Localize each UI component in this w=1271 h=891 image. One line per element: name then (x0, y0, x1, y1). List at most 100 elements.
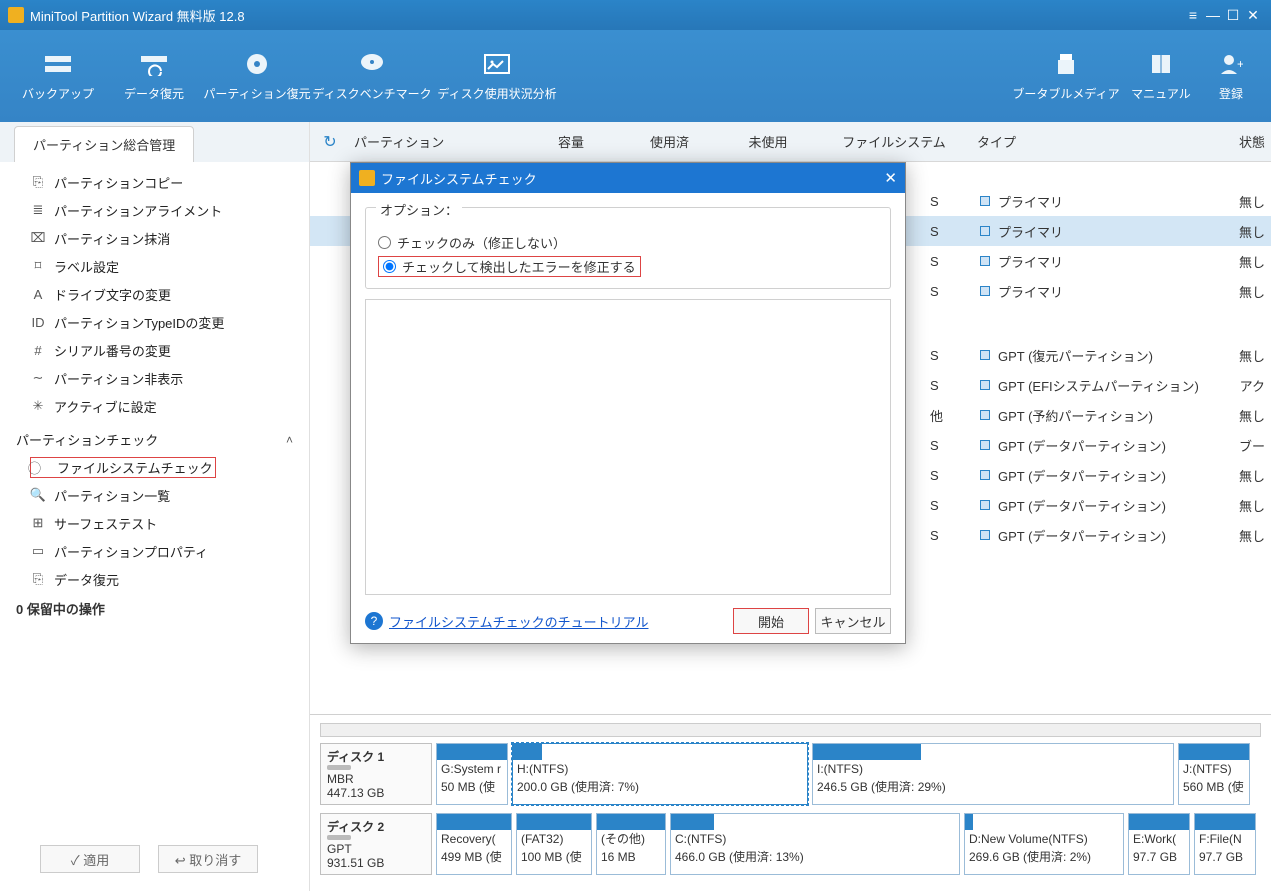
cell-status: アク (1210, 376, 1271, 395)
col-used[interactable]: 使用済 (622, 132, 717, 151)
start-button[interactable]: 開始 (733, 608, 809, 634)
sidebar-item[interactable]: Aドライブ文字の変更 (0, 280, 309, 308)
minimize-button[interactable]: — (1203, 7, 1223, 23)
radio-check-and-fix[interactable]: チェックして検出したエラーを修正する (383, 257, 636, 276)
sidebar-item-icon: ⌧ (30, 230, 46, 246)
usage-bar (1129, 814, 1189, 830)
sidebar-item[interactable]: ⌑ラベル設定 (0, 252, 309, 280)
partition-box[interactable]: E:Work(97.7 GB (1128, 813, 1190, 875)
hamburger-icon[interactable]: ≡ (1183, 7, 1203, 23)
type-square-icon (980, 226, 990, 236)
col-capacity[interactable]: 容量 (520, 132, 622, 151)
boot-media-button[interactable]: ブータブルメディア (1011, 36, 1121, 116)
sidebar-tabrow: パーティション総合管理 (0, 122, 309, 162)
sidebar-item[interactable]: ⊞サーフェステスト (0, 509, 309, 537)
type-square-icon (980, 470, 990, 480)
partition-box[interactable]: F:File(N97.7 GB (1194, 813, 1256, 875)
options-group-label: オプション： (376, 200, 462, 219)
dialog-close-button[interactable]: ✕ (884, 169, 897, 187)
hscrollbar[interactable] (320, 723, 1261, 737)
partition-recovery-button[interactable]: パーティション復元 (202, 36, 312, 116)
tab-partition-management[interactable]: パーティション総合管理 (14, 126, 194, 162)
refresh-button[interactable]: ↻ (310, 132, 350, 152)
manual-button[interactable]: マニュアル (1121, 36, 1201, 116)
col-partition[interactable]: パーティション (350, 132, 520, 151)
type-square-icon (980, 286, 990, 296)
cell-status: ブー (1210, 436, 1271, 455)
radio-check-only[interactable]: チェックのみ（修正しない） (378, 230, 878, 254)
sidebar-item-label: パーティション非表示 (54, 369, 183, 388)
sidebar-item-icon: 🔍 (30, 487, 46, 503)
cancel-button[interactable]: キャンセル (815, 608, 891, 634)
col-fs[interactable]: ファイルシステム (819, 132, 969, 151)
section-partition-check[interactable]: パーティションチェック ˄ (0, 420, 309, 453)
sidebar-item[interactable]: ⌧パーティション抹消 (0, 224, 309, 252)
cell-type: プライマリ (980, 252, 1210, 271)
benchmark-button[interactable]: ディスクベンチマーク (312, 36, 432, 116)
sidebar-item-label: サーフェステスト (54, 514, 157, 533)
partition-box[interactable]: G:System r50 MB (使 (436, 743, 508, 805)
partition-box[interactable]: H:(NTFS)200.0 GB (使用済: 7%) (512, 743, 808, 805)
sidebar-item[interactable]: #シリアル番号の変更 (0, 336, 309, 364)
data-recovery-button[interactable]: データ復元 (106, 36, 202, 116)
user-plus-icon: + (1215, 51, 1247, 77)
usage-bar (965, 814, 973, 830)
partition-label: H:(NTFS) (513, 760, 807, 778)
register-button[interactable]: + 登録 (1201, 36, 1261, 116)
apply-button[interactable]: ✓ 適用 (40, 845, 140, 873)
help-link[interactable]: ファイルシステムチェックのチュートリアル (389, 612, 648, 631)
type-square-icon (980, 410, 990, 420)
partition-box[interactable]: Recovery(499 MB (使 (436, 813, 512, 875)
col-status[interactable]: 状態 (1209, 132, 1271, 151)
sidebar-item[interactable]: ▭パーティションプロパティ (0, 537, 309, 565)
partition-recovery-label: パーティション復元 (203, 85, 310, 102)
partition-label: I:(NTFS) (813, 760, 1173, 778)
col-free[interactable]: 未使用 (717, 132, 819, 151)
cell-status: 無し (1210, 406, 1271, 425)
sidebar-item[interactable]: ∼パーティション非表示 (0, 364, 309, 392)
sidebar-item[interactable]: ⎘パーティションコピー (0, 168, 309, 196)
disk-map: ディスク 1MBR447.13 GBG:System r50 MB (使H:(N… (310, 714, 1271, 891)
partition-box[interactable]: D:New Volume(NTFS)269.6 GB (使用済: 2%) (964, 813, 1124, 875)
sidebar-item-icon: ≣ (30, 202, 46, 218)
disk-id-box[interactable]: ディスク 1MBR447.13 GB (320, 743, 432, 805)
cell-type: プライマリ (980, 282, 1210, 301)
radio-check-only-input[interactable] (378, 236, 391, 249)
type-square-icon (980, 196, 990, 206)
type-square-icon (980, 256, 990, 266)
sidebar-item[interactable]: 🔍パーティション一覧 (0, 481, 309, 509)
sidebar-item-icon: ⎘ (30, 174, 46, 190)
sidebar-item-label: ラベル設定 (54, 257, 119, 276)
disk-id-box[interactable]: ディスク 2GPT931.51 GB (320, 813, 432, 875)
sidebar-item-icon: A (30, 286, 46, 302)
partition-box[interactable]: (その他)16 MB (596, 813, 666, 875)
maximize-button[interactable]: ☐ (1223, 7, 1243, 24)
manual-label: マニュアル (1131, 85, 1191, 102)
help-icon: ? (365, 612, 383, 630)
undo-button[interactable]: ↩ 取り消す (158, 845, 258, 873)
options-group: オプション： チェックのみ（修正しない） チェックして検出したエラーを修正する (365, 207, 891, 289)
cell-type: GPT (予約パーティション) (980, 406, 1210, 425)
partition-box[interactable]: J:(NTFS)560 MB (使 (1178, 743, 1250, 805)
partition-label: (FAT32) (517, 830, 591, 848)
sidebar-item[interactable]: ✳アクティブに設定 (0, 392, 309, 420)
col-type[interactable]: タイプ (969, 132, 1209, 151)
sidebar-item-icon: ⎘ (30, 571, 46, 587)
close-button[interactable]: ✕ (1243, 7, 1263, 24)
dialog-logo-icon (359, 170, 375, 186)
partition-box[interactable]: (FAT32)100 MB (使 (516, 813, 592, 875)
partition-box[interactable]: I:(NTFS)246.5 GB (使用済: 29%) (812, 743, 1174, 805)
cell-status: 無し (1210, 466, 1271, 485)
disk-usage-label: ディスク使用状況分析 (437, 85, 556, 102)
sidebar-item[interactable]: ⃝ファイルシステムチェック (0, 453, 309, 481)
sidebar-item[interactable]: ⎘データ復元 (0, 565, 309, 593)
disk-usage-button[interactable]: ディスク使用状況分析 (432, 36, 562, 116)
titlebar: MiniTool Partition Wizard 無料版 12.8 ≡ — ☐… (0, 0, 1271, 30)
sidebar-item[interactable]: ≣パーティションアライメント (0, 196, 309, 224)
partition-box[interactable]: C:(NTFS)466.0 GB (使用済: 13%) (670, 813, 960, 875)
cell-status: 無し (1210, 346, 1271, 365)
radio-check-and-fix-input[interactable] (383, 260, 396, 273)
backup-button[interactable]: バックアップ (10, 36, 106, 116)
disk-icon (327, 835, 351, 840)
sidebar-item[interactable]: IDパーティションTypeIDの変更 (0, 308, 309, 336)
